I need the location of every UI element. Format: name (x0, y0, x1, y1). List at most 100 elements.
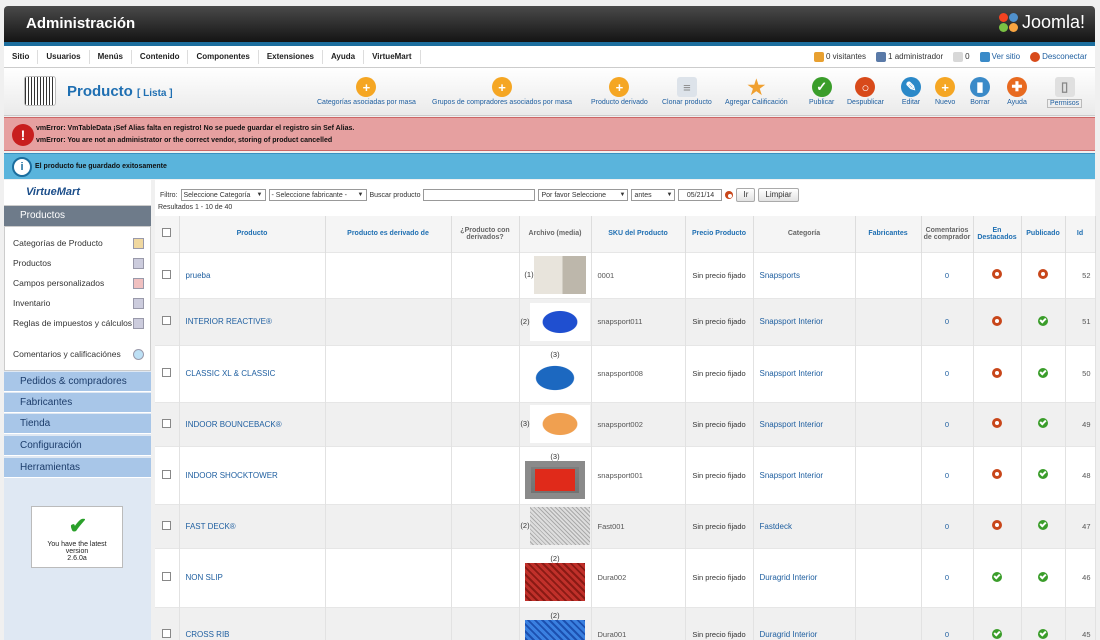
cell-product-name[interactable]: CLASSIC XL & CLASSIC (179, 344, 326, 402)
product-thumbnail[interactable] (525, 563, 585, 601)
published-toggle-icon[interactable] (1038, 628, 1048, 639)
sidebar-item-comentarios[interactable]: Comentarios y calificaciónes (13, 349, 133, 359)
row-checkbox[interactable] (162, 269, 172, 279)
featured-toggle-icon[interactable] (992, 269, 1002, 279)
sidebar-cat-configuracion[interactable]: Configuración (4, 436, 151, 456)
row-checkbox[interactable] (162, 469, 172, 479)
toolbar-button-0[interactable]: + Categorías asociadas por masa (317, 77, 416, 106)
menu-usuarios[interactable]: Usuarios (38, 49, 90, 64)
menu-extensiones[interactable]: Extensiones (259, 49, 323, 64)
messages-status[interactable]: 0 (953, 51, 970, 62)
media-count[interactable]: (2) (520, 316, 529, 325)
featured-toggle-icon[interactable] (992, 367, 1002, 378)
published-toggle-icon[interactable] (1038, 418, 1048, 428)
cell-product-name[interactable]: INTERIOR REACTIVE® (179, 297, 326, 345)
sidebar-cat-fabricantes[interactable]: Fabricantes (4, 393, 151, 413)
media-count[interactable]: (2) (520, 611, 591, 620)
table-row[interactable]: INDOOR BOUNCEBACK® (3) snapsport002 Sin pre… (155, 401, 1096, 446)
cell-product-name[interactable]: prueba (179, 251, 326, 298)
col-fabricantes[interactable]: Fabricantes (855, 216, 922, 252)
featured-toggle-icon[interactable] (992, 469, 1002, 479)
menu-componentes[interactable]: Componentes (188, 49, 259, 64)
sidebar-item-categorias[interactable]: Categorías de Producto (13, 238, 133, 248)
published-toggle-icon[interactable] (1038, 469, 1048, 479)
product-thumbnail[interactable] (529, 405, 590, 443)
cell-product-name[interactable]: INDOOR BOUNCEBACK® (179, 401, 326, 446)
cell-category[interactable]: Duragrid Interior (753, 547, 856, 607)
table-row[interactable]: FAST DECK® (2) Fast001 Sin precio fijado Fas… (155, 503, 1096, 548)
row-checkbox[interactable] (162, 418, 172, 428)
toolbar-button-2[interactable]: + Producto derivado (591, 77, 648, 106)
toolbar-button-5[interactable]: ✓ Publicar (809, 77, 834, 106)
product-thumbnail[interactable] (525, 359, 585, 397)
category-select[interactable]: Seleccione Categoría ▼ (180, 189, 266, 201)
product-thumbnail[interactable] (525, 460, 585, 499)
search-input[interactable] (423, 189, 536, 201)
col-destacados[interactable]: En Destacados (973, 216, 1022, 252)
published-toggle-icon[interactable] (1038, 571, 1048, 582)
table-row[interactable]: NON SLIP (2) Dura002 Sin precio fijado Durag… (155, 547, 1096, 607)
product-thumbnail[interactable] (525, 620, 585, 640)
cell-category[interactable]: Snapsport Interior (753, 401, 856, 446)
menu-virtuemart[interactable]: VirtueMart (364, 49, 421, 64)
sidebar-cat-pedidos[interactable]: Pedidos & compradores (4, 372, 151, 392)
sidebar-item-productos[interactable]: Productos (13, 258, 133, 268)
product-thumbnail[interactable] (533, 256, 586, 294)
product-thumbnail[interactable] (529, 302, 590, 341)
toolbar-button-6[interactable]: ○ Despublicar (847, 77, 884, 106)
sidebar-item-impuestos[interactable]: Reglas de impuestos y cálculos (13, 318, 133, 328)
featured-toggle-icon[interactable] (992, 315, 1002, 326)
col-id[interactable]: Id (1065, 216, 1096, 252)
cell-product-name[interactable]: NON SLIP (179, 547, 326, 607)
media-count[interactable]: (2) (520, 521, 529, 530)
media-count[interactable]: (2) (520, 554, 591, 563)
menu-menus[interactable]: Menús (90, 49, 132, 64)
row-checkbox[interactable] (162, 368, 172, 377)
manufacturer-select[interactable]: - Seleccione fabricante - ▼ (268, 189, 367, 201)
view-site-link[interactable]: Ver sitio (979, 51, 1020, 62)
media-count[interactable]: (3) (520, 350, 591, 359)
col-producto[interactable]: Producto (179, 216, 326, 252)
date-clear-icon[interactable] (725, 191, 734, 199)
toolbar-button-8[interactable]: + Nuevo (935, 77, 955, 106)
cell-category[interactable]: Fastdeck (753, 503, 856, 548)
published-toggle-icon[interactable] (1038, 367, 1048, 378)
table-row[interactable]: INDOOR SHOCKTOWER (3) snapsport001 Sin prec… (155, 445, 1096, 504)
row-checkbox[interactable] (162, 520, 172, 530)
col-derivado-de[interactable]: Producto es derivado de (325, 216, 452, 252)
cell-product-name[interactable]: CROSS RIB (179, 606, 326, 640)
toolbar-button-10[interactable]: ✚ Ayuda (1007, 77, 1027, 106)
sidebar-cat-herramientas[interactable]: Herramientas (4, 458, 151, 478)
menu-ayuda[interactable]: Ayuda (323, 49, 365, 64)
toolbar-button-7[interactable]: ✎ Editar (901, 77, 921, 106)
toolbar-button-9[interactable]: ▮ Borrar (970, 77, 990, 106)
cell-product-name[interactable]: INDOOR SHOCKTOWER (179, 445, 326, 504)
cell-product-name[interactable]: FAST DECK® (179, 503, 326, 548)
go-button[interactable]: Ir (736, 188, 756, 202)
media-count[interactable]: (3) (520, 452, 591, 461)
toolbar-button-11[interactable]: ▯ Permisos (1047, 77, 1083, 108)
media-count[interactable]: (3) (520, 419, 529, 428)
sidebar-section-productos[interactable]: Productos (4, 206, 151, 226)
clear-button[interactable]: Limpiar (758, 188, 799, 202)
table-row[interactable]: CLASSIC XL & CLASSIC (3) snapsport008 Sin p… (155, 344, 1096, 402)
table-row[interactable]: prueba (1) 0001 Sin precio fijado Snapsports… (155, 251, 1096, 298)
row-checkbox[interactable] (162, 316, 172, 325)
cell-category[interactable]: Snapsport Interior (753, 445, 856, 504)
published-toggle-icon[interactable] (1038, 315, 1048, 326)
date-mode-select[interactable]: antes ▼ (631, 189, 676, 201)
cell-category[interactable]: Snapsport Interior (753, 344, 856, 402)
featured-toggle-icon[interactable] (992, 418, 1002, 428)
select-all-checkbox[interactable] (162, 228, 172, 238)
row-checkbox[interactable] (162, 629, 172, 639)
col-publicado[interactable]: Publicado (1021, 216, 1066, 252)
cell-category[interactable]: Snapsports (753, 251, 856, 298)
row-checkbox[interactable] (162, 572, 172, 581)
published-toggle-icon[interactable] (1038, 520, 1048, 530)
toolbar-button-4[interactable]: ★ Agregar Calificación (725, 77, 788, 107)
published-toggle-icon[interactable] (1038, 269, 1048, 279)
featured-toggle-icon[interactable] (992, 628, 1002, 639)
featured-toggle-icon[interactable] (992, 571, 1002, 582)
logout-link[interactable]: Desconectar (1030, 51, 1087, 62)
sidebar-item-inventario[interactable]: Inventario (13, 298, 133, 308)
